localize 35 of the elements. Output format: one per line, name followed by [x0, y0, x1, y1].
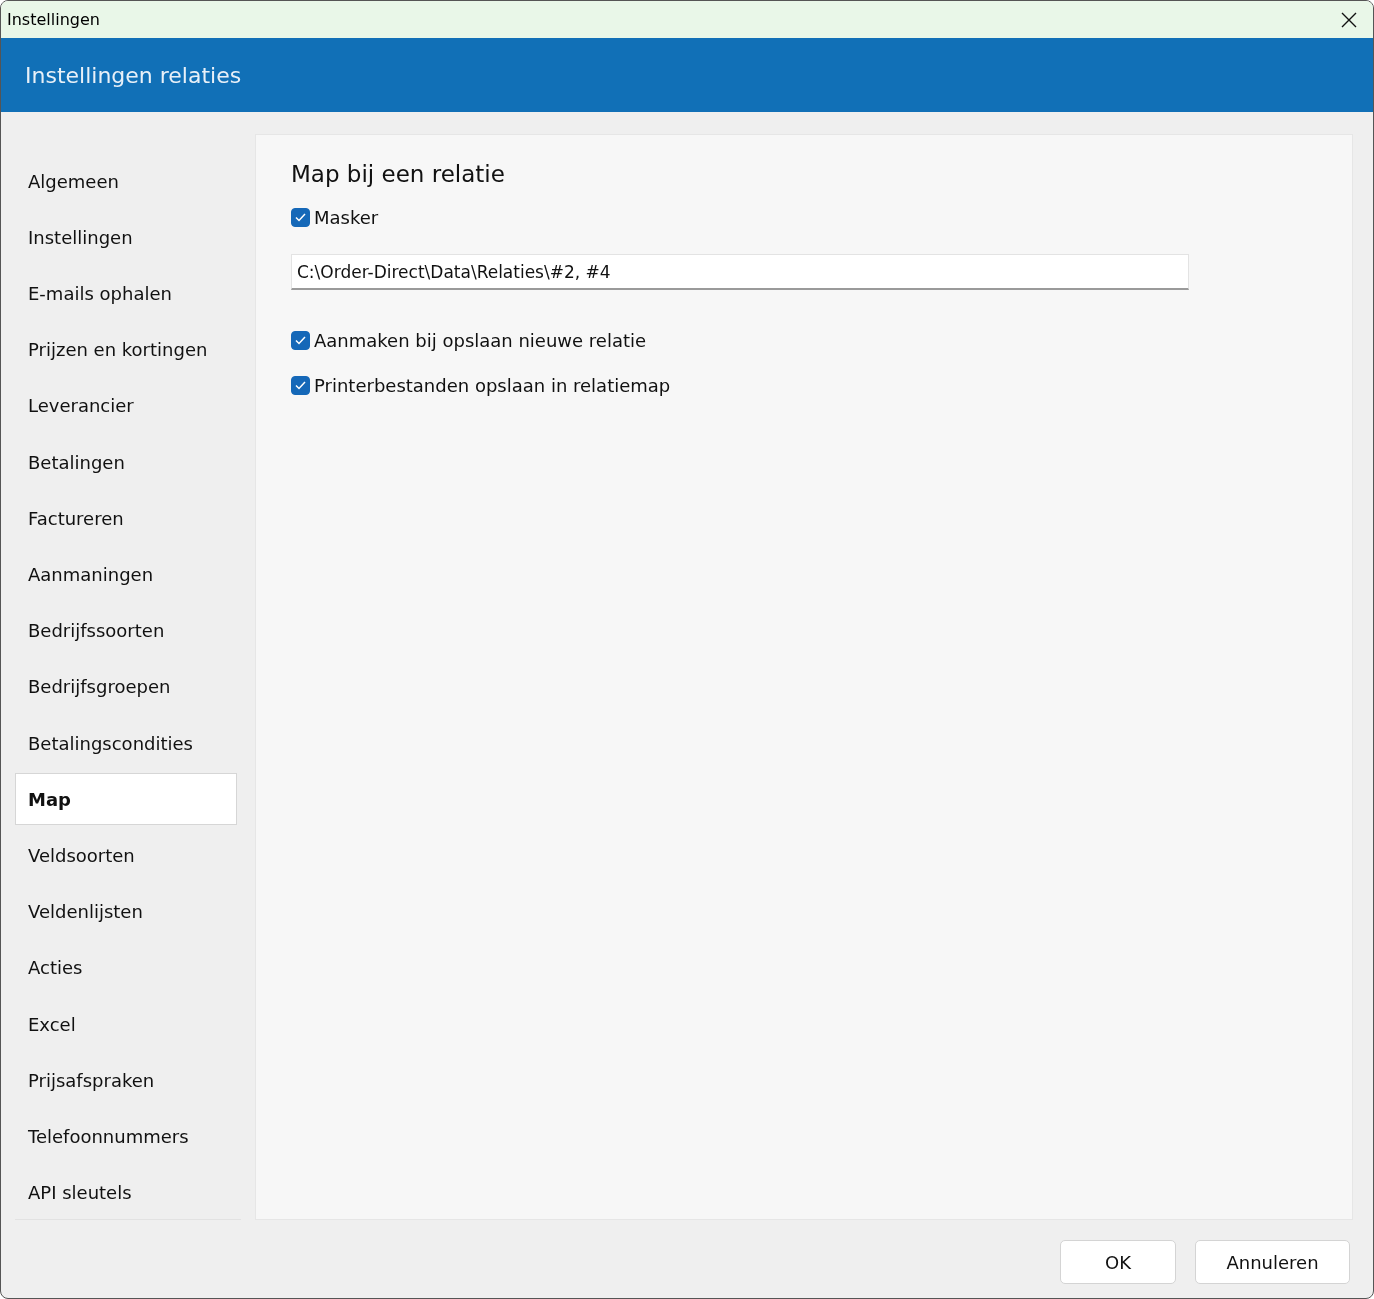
- sidebar-item[interactable]: Betalingscondities: [15, 717, 237, 770]
- sidebar-item[interactable]: Bedrijfsgroepen: [15, 660, 237, 714]
- sidebar-item[interactable]: Prijsafspraken: [15, 1054, 237, 1107]
- checkmark-icon: [295, 213, 306, 222]
- checkmark-icon: [295, 336, 306, 345]
- sidebar-item[interactable]: Veldsoorten: [15, 829, 237, 882]
- header-title: Instellingen relaties: [25, 62, 242, 88]
- sidebar-item[interactable]: Betalingen: [15, 436, 237, 489]
- sidebar-item[interactable]: Algemeen: [15, 155, 237, 208]
- sidebar-item[interactable]: API sleutels: [15, 1166, 237, 1219]
- sidebar-item[interactable]: Map: [15, 773, 237, 826]
- checkbox[interactable]: [291, 376, 310, 395]
- sidebar-item[interactable]: Factureren: [15, 492, 237, 545]
- checkmark-icon: [295, 381, 306, 390]
- sidebar-item[interactable]: Bedrijfssoorten: [15, 604, 237, 657]
- sidebar-item[interactable]: Veldenlijsten: [15, 885, 237, 938]
- window-title: Instellingen: [7, 10, 100, 29]
- sidebar-item[interactable]: Aanmaningen: [15, 548, 237, 601]
- sidebar-item[interactable]: Telefoonnummers: [15, 1110, 237, 1163]
- path-input-field[interactable]: C:\Order-Direct\Data\Relaties\#2, #4: [291, 254, 1189, 290]
- checkbox-label: Printerbestanden opslaan in relatiemap: [314, 375, 671, 396]
- sidebar-item[interactable]: E-mails ophalen: [15, 267, 237, 320]
- panel-title: Map bij een relatie: [291, 161, 505, 187]
- dialog-button[interactable]: Annuleren: [1195, 1240, 1350, 1284]
- checkbox-label: Aanmaken bij opslaan nieuwe relatie: [314, 330, 647, 351]
- dialog-button[interactable]: OK: [1060, 1240, 1176, 1284]
- sidebar-item[interactable]: Instellingen: [15, 211, 237, 264]
- checkbox-label: Masker: [314, 207, 379, 228]
- checkbox[interactable]: [291, 208, 310, 227]
- checkbox[interactable]: [291, 331, 310, 350]
- sidebar-item[interactable]: Acties: [15, 941, 237, 995]
- sidebar-item[interactable]: Prijzen en kortingen: [15, 323, 237, 376]
- sidebar-item[interactable]: Leverancier: [15, 379, 237, 432]
- sidebar-item[interactable]: Excel: [15, 998, 237, 1051]
- close-icon: [1341, 11, 1357, 28]
